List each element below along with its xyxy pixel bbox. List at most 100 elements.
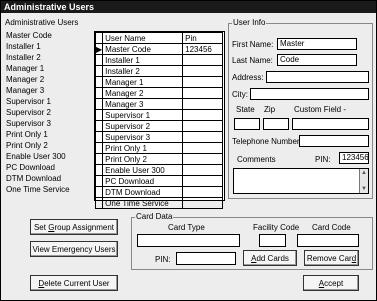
grid-row[interactable]: Supervisor 3 <box>94 131 223 143</box>
comments-field[interactable]: ▲ ▼ <box>233 168 369 194</box>
row-selector[interactable] <box>94 164 104 176</box>
facility-code-field[interactable] <box>259 234 286 247</box>
admin-user-list-item[interactable]: Print Only 2 <box>4 140 102 151</box>
add-cards-button[interactable]: Add Cards <box>243 250 297 266</box>
grid-cell-user-name[interactable]: Installer 1 <box>102 54 184 66</box>
delete-current-user-button[interactable]: Delete Current User <box>30 275 118 291</box>
row-selector[interactable] <box>94 175 104 187</box>
grid-row[interactable]: Manager 2 <box>94 87 223 99</box>
grid-cell-pin[interactable] <box>182 65 223 77</box>
grid-row[interactable]: PC Download <box>94 175 223 187</box>
row-selector[interactable] <box>94 98 104 110</box>
admin-user-list-item[interactable]: Enable User 300 <box>4 151 102 162</box>
grid-row[interactable]: Manager 1 <box>94 76 223 88</box>
grid-cell-user-name[interactable]: Manager 2 <box>102 87 184 99</box>
grid-row[interactable]: Installer 1 <box>94 54 223 66</box>
grid-row[interactable]: Installer 2 <box>94 65 223 77</box>
grid-row[interactable]: DTM Download <box>94 186 223 198</box>
grid-cell-pin[interactable] <box>182 76 223 88</box>
grid-row[interactable]: Print Only 2 <box>94 153 223 165</box>
row-selector[interactable] <box>94 109 104 121</box>
grid-cell-pin[interactable] <box>182 98 223 110</box>
grid-cell-pin[interactable] <box>182 87 223 99</box>
accept-button[interactable]: Accept <box>303 275 359 291</box>
grid-row[interactable]: Supervisor 2 <box>94 120 223 132</box>
grid-cell-user-name[interactable]: DTM Download <box>102 186 184 198</box>
grid-cell-user-name[interactable]: Installer 2 <box>102 65 184 77</box>
grid-cell-user-name[interactable]: Master Code <box>102 43 184 55</box>
custom-field[interactable] <box>292 118 369 130</box>
admin-user-list-item[interactable]: Supervisor 2 <box>4 107 102 118</box>
grid-cell-pin[interactable] <box>182 131 223 143</box>
row-selector[interactable] <box>94 186 104 198</box>
admin-user-list-item[interactable]: Manager 2 <box>4 74 102 85</box>
grid-cell-pin[interactable] <box>182 153 223 165</box>
admin-user-list-item[interactable]: Supervisor 3 <box>4 118 102 129</box>
grid-cell-user-name[interactable]: Manager 1 <box>102 76 184 88</box>
row-selector[interactable] <box>94 65 104 77</box>
scroll-up-icon[interactable]: ▲ <box>360 169 368 177</box>
grid-row[interactable]: Manager 3 <box>94 98 223 110</box>
admin-user-list-item[interactable]: One Time Service <box>4 184 102 195</box>
admin-user-list-item[interactable]: PC Download <box>4 162 102 173</box>
row-selector[interactable] <box>94 131 104 143</box>
view-emergency-users-button[interactable]: View Emergency Users <box>30 241 118 257</box>
remove-card-button[interactable]: Remove Card <box>304 250 359 266</box>
card-type-field[interactable] <box>137 234 240 247</box>
admin-user-list-item[interactable]: DTM Download <box>4 173 102 184</box>
row-selector[interactable] <box>94 153 104 165</box>
grid-cell-user-name[interactable]: PC Download <box>102 175 184 187</box>
grid-cell-pin[interactable] <box>182 186 223 198</box>
grid-cell-user-name[interactable]: Supervisor 2 <box>102 120 184 132</box>
grid-cell-pin[interactable]: 123456 <box>182 43 223 55</box>
admin-user-list-item[interactable]: Supervisor 1 <box>4 96 102 107</box>
last-name-field[interactable]: Code <box>277 54 357 66</box>
grid-row[interactable]: One Time Service <box>94 197 223 209</box>
admin-user-list-item[interactable]: Manager 3 <box>4 85 102 96</box>
row-selected-arrow-icon[interactable]: ▶ <box>94 43 104 55</box>
grid-cell-user-name[interactable]: Supervisor 3 <box>102 131 184 143</box>
grid-cell-pin[interactable] <box>182 142 223 154</box>
grid-cell-pin[interactable] <box>182 54 223 66</box>
admin-user-list-item[interactable]: Installer 2 <box>4 52 102 63</box>
row-selector[interactable] <box>94 54 104 66</box>
row-selector[interactable] <box>94 120 104 132</box>
grid-row[interactable]: ▶ Master Code 123456 <box>94 43 223 55</box>
grid-header-user-name[interactable]: User Name <box>102 32 184 44</box>
row-selector[interactable] <box>94 76 104 88</box>
row-selector[interactable] <box>94 87 104 99</box>
zip-field[interactable] <box>263 118 289 130</box>
grid-row[interactable]: Enable User 300 <box>94 164 223 176</box>
row-selector[interactable] <box>94 197 104 209</box>
grid-header-pin[interactable]: Pin <box>182 32 223 44</box>
scroll-down-icon[interactable]: ▼ <box>360 185 368 193</box>
set-group-assignment-button[interactable]: Set Group Assignment <box>30 219 118 235</box>
grid-cell-user-name[interactable]: Supervisor 1 <box>102 109 184 121</box>
grid-cell-pin[interactable] <box>182 120 223 132</box>
user-pin-field[interactable]: 123456 <box>339 152 369 164</box>
telephone-field[interactable] <box>299 135 369 147</box>
card-code-field[interactable] <box>297 234 359 247</box>
grid-cell-pin[interactable] <box>182 175 223 187</box>
grid-cell-user-name[interactable]: One Time Service <box>102 197 184 209</box>
grid-cell-user-name[interactable]: Print Only 2 <box>102 153 184 165</box>
admin-user-list-item[interactable]: Installer 1 <box>4 41 102 52</box>
state-field[interactable] <box>234 118 260 130</box>
grid-cell-pin[interactable] <box>182 109 223 121</box>
grid-cell-pin[interactable] <box>182 164 223 176</box>
admin-user-list-item[interactable]: Print Only 1 <box>4 129 102 140</box>
city-field[interactable] <box>250 88 369 100</box>
row-selector[interactable] <box>94 142 104 154</box>
grid-cell-user-name[interactable]: Manager 3 <box>102 98 184 110</box>
grid-row[interactable]: Print Only 1 <box>94 142 223 154</box>
address-field[interactable] <box>266 71 369 83</box>
card-pin-field[interactable] <box>176 252 236 265</box>
users-grid[interactable]: User Name Pin ▶ Master Code 123456 Installe… <box>94 31 225 209</box>
grid-cell-user-name[interactable]: Print Only 1 <box>102 142 184 154</box>
comments-scrollbar[interactable]: ▲ ▼ <box>359 169 368 193</box>
grid-cell-pin[interactable] <box>182 197 223 209</box>
admin-user-list-item[interactable]: Master Code <box>4 30 102 41</box>
grid-cell-user-name[interactable]: Enable User 300 <box>102 164 184 176</box>
admin-user-list-item[interactable]: Manager 1 <box>4 63 102 74</box>
first-name-field[interactable]: Master <box>277 38 357 50</box>
